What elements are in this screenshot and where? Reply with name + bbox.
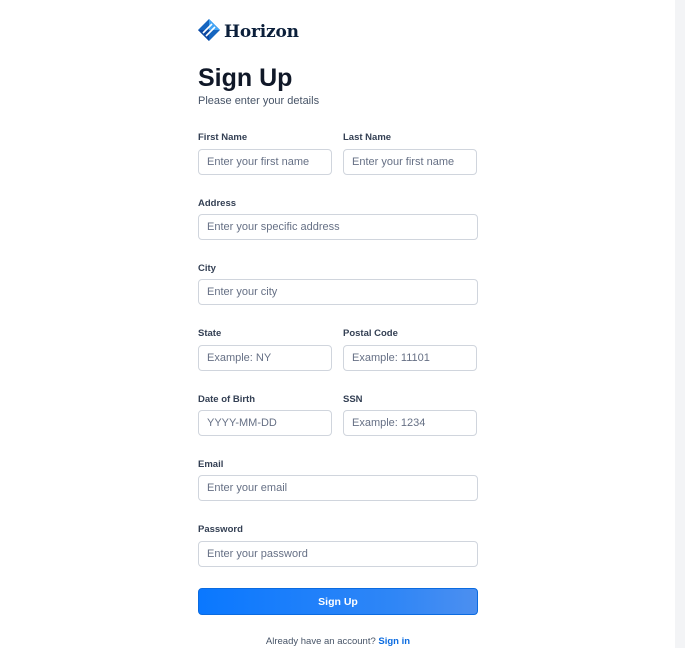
dob-input[interactable] bbox=[198, 410, 332, 436]
email-input[interactable] bbox=[198, 475, 478, 501]
sign-up-button[interactable]: Sign Up bbox=[198, 588, 478, 615]
first-name-input[interactable] bbox=[198, 149, 332, 175]
last-name-label: Last Name bbox=[343, 132, 392, 143]
password-label: Password bbox=[198, 524, 243, 535]
email-label: Email bbox=[198, 459, 224, 470]
last-name-input[interactable] bbox=[343, 149, 477, 175]
state-label: State bbox=[198, 328, 222, 339]
brand-logo[interactable]: Horizon bbox=[198, 18, 299, 46]
sign-in-prompt: Already have an account? Sign in bbox=[198, 636, 478, 647]
brand-name: Horizon bbox=[224, 22, 299, 42]
horizon-logo-icon bbox=[198, 18, 220, 46]
city-input[interactable] bbox=[198, 279, 478, 305]
city-label: City bbox=[198, 263, 216, 274]
sign-in-link[interactable]: Sign in bbox=[378, 636, 410, 647]
postal-code-input[interactable] bbox=[343, 345, 477, 371]
ssn-label: SSN bbox=[343, 394, 363, 405]
address-label: Address bbox=[198, 198, 237, 209]
postal-code-label: Postal Code bbox=[343, 328, 398, 339]
password-input[interactable] bbox=[198, 541, 478, 567]
state-input[interactable] bbox=[198, 345, 332, 371]
page-title: Sign Up bbox=[198, 64, 293, 92]
page-subtitle: Please enter your details bbox=[198, 95, 320, 107]
dob-label: Date of Birth bbox=[198, 394, 255, 405]
ssn-input[interactable] bbox=[343, 410, 477, 436]
first-name-label: First Name bbox=[198, 132, 248, 143]
sign-in-prompt-text: Already have an account? bbox=[265, 636, 376, 647]
right-side-panel bbox=[675, 0, 685, 648]
sign-up-page: Horizon Sign Up Please enter your detail… bbox=[0, 0, 685, 648]
address-input[interactable] bbox=[198, 214, 478, 240]
